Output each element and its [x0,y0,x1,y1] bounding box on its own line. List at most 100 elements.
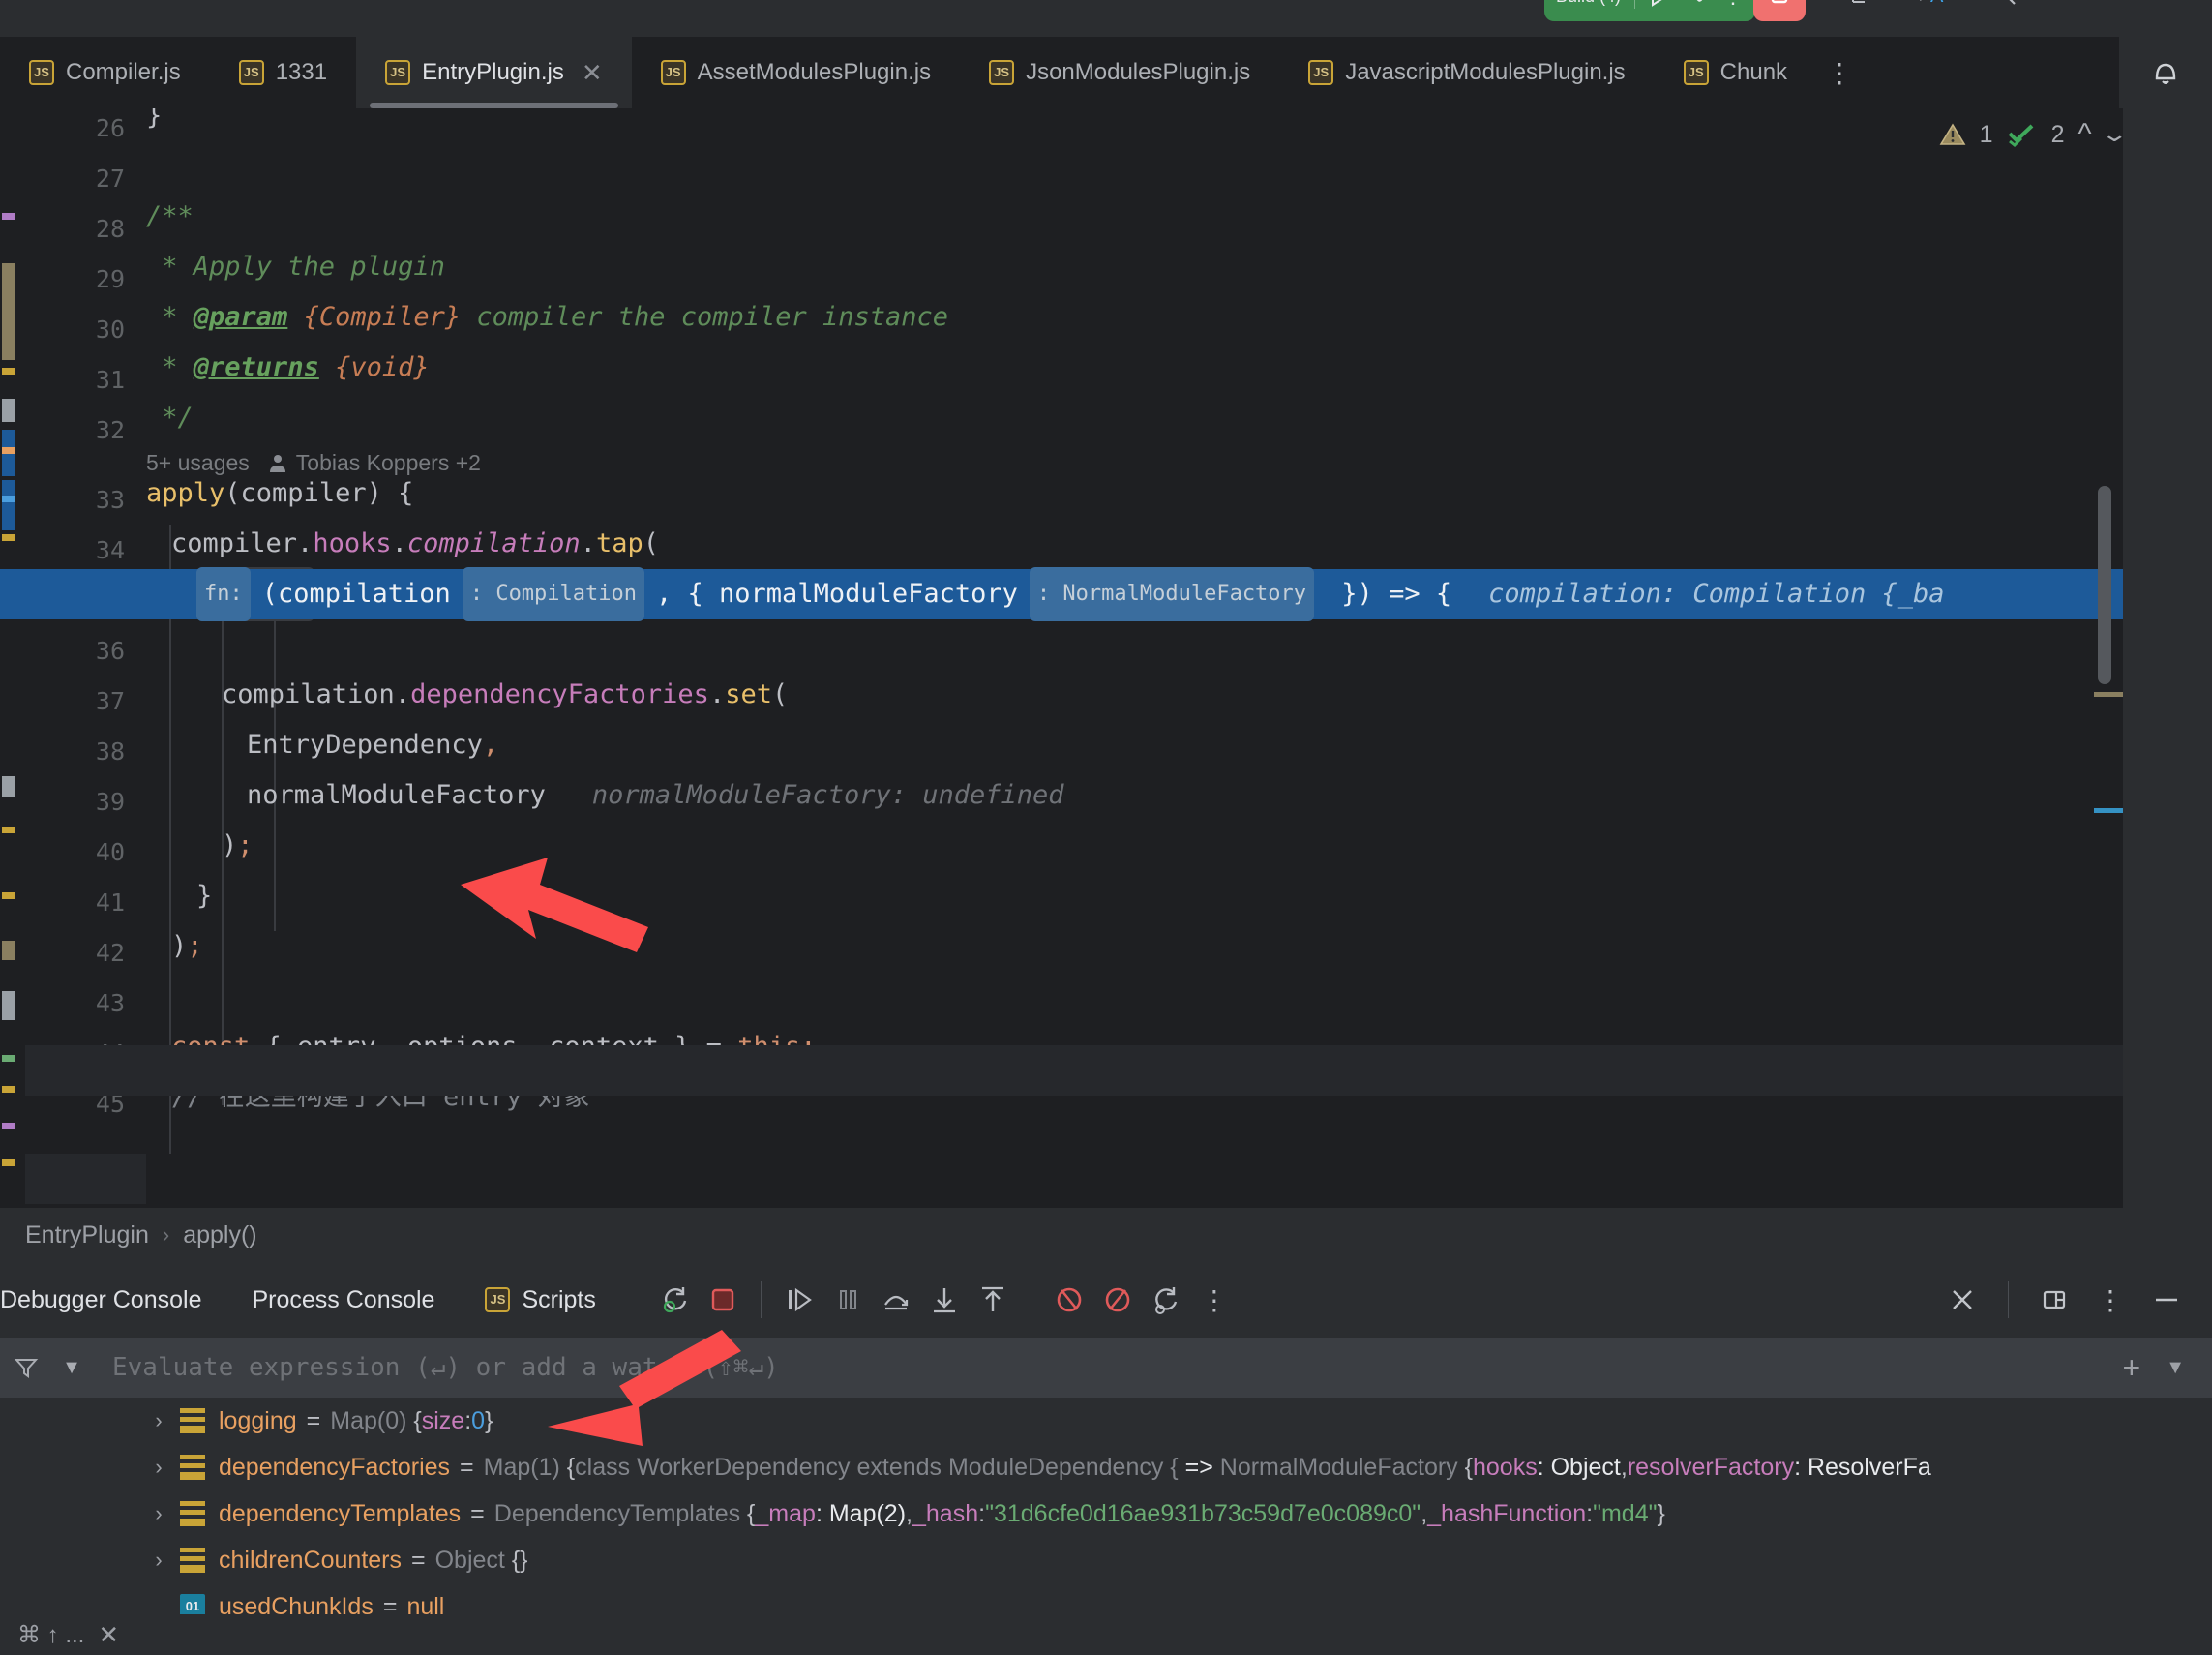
variable-type: Map(1) [483,1453,560,1481]
filter-button[interactable] [0,1354,52,1381]
debug-icon[interactable] [1684,0,1709,8]
variable-name: dependencyFactories [219,1453,451,1481]
tab-label: Process Console [252,1285,435,1313]
restart-frame-button[interactable] [1142,1276,1190,1324]
minimize-panel-button[interactable] [2142,1276,2191,1324]
tab-assetmodulesplugin-js[interactable]: JS AssetModulesPlugin.js [632,37,960,108]
notification-bell-icon [2155,63,2176,84]
add-watch-icon[interactable]: + [2123,1350,2141,1386]
expand-chevron-icon[interactable]: › [137,1548,180,1573]
line-number: 38 [95,737,125,766]
step-over-button[interactable] [872,1276,920,1324]
filter-chevron-button[interactable]: ▼ [52,1357,91,1379]
tab-compiler-js[interactable]: JS Compiler.js [0,37,210,108]
panel-more-button[interactable]: ⋮ [2086,1276,2135,1324]
close-panel-button[interactable] [1938,1276,1987,1324]
equals-sign: = [306,1406,321,1434]
code-editor[interactable]: 26 27 28 29 30 31 32 33 34 35 36 37 38 3… [0,108,2212,1208]
code-token: normalModuleFactory [247,780,546,810]
tab-chunk[interactable]: JS Chunk [1655,37,1816,108]
pause-button[interactable] [823,1276,872,1324]
run-icon[interactable] [1649,0,1670,8]
list-item[interactable]: › dependencyTemplates = DependencyTempla… [0,1490,2212,1537]
list-item[interactable]: › logging = Map(0) {size: 0} [0,1398,2212,1444]
marker [2,263,15,360]
stop-button[interactable] [1753,0,1806,21]
list-item[interactable]: › dependencyFactories = Map(1) {class Wo… [0,1444,2212,1490]
mute-breakpoints-button[interactable] [1045,1276,1093,1324]
inlay-hint-compilation-type[interactable]: : Compilation [462,567,645,621]
tab-scripts[interactable]: JS Scripts [460,1262,620,1338]
tab-process-console[interactable]: Process Console [226,1262,460,1338]
expand-chevron-icon[interactable]: › [137,1501,180,1526]
error-stripe-warning[interactable] [2094,692,2123,697]
rerun-button[interactable] [650,1276,699,1324]
resume-button[interactable] [775,1276,823,1324]
code-content[interactable]: } /** * Apply the plugin * @param {Compi… [0,108,2212,1208]
tab-debugger-console[interactable]: Debugger Console [0,1262,226,1338]
marker [2,941,15,960]
inlay-hint-fn[interactable]: fn: [196,567,251,621]
code-token: * [146,352,194,382]
breadcrumb-item-method[interactable]: apply() [183,1221,256,1249]
evaluate-expression-bar[interactable]: ▼ Evaluate expression (↵) or add a watch… [0,1338,2212,1398]
marker [2,496,15,502]
breadcrumb-item-class[interactable]: EntryPlugin [25,1221,149,1249]
list-item[interactable]: › childrenCounters = Object {} [0,1537,2212,1583]
jsdoc-tag-returns[interactable]: @returns [194,352,319,382]
tab-label: Scripts [522,1285,596,1313]
marker [2,534,15,541]
notifications-button[interactable] [2119,37,2212,108]
chevron-down-icon[interactable]: ▼ [2166,1357,2185,1379]
ok-count: 2 [2050,120,2065,148]
jsdoc-tag-param[interactable]: @param [194,302,288,332]
stop-button[interactable] [699,1276,747,1324]
build-run-button[interactable]: Build (4) ⋮ [1544,0,1755,21]
tab-1331[interactable]: JS 1331 [210,37,356,108]
tab-entryplugin-js[interactable]: JS EntryPlugin.js ✕ [356,37,632,108]
tab-label: Chunk [1719,59,1788,85]
code-token: ( [771,679,789,709]
map-variable-icon [180,1455,205,1480]
tab-label: JavascriptModulesPlugin.js [1345,59,1626,85]
line-number: 42 [95,939,125,967]
tab-close-icon[interactable]: ✕ [582,58,603,88]
step-into-button[interactable] [920,1276,969,1324]
toolbar-more-icon[interactable]: ⋮ [1722,0,1744,9]
error-stripe-info[interactable] [2094,808,2123,813]
tab-javascriptmodulesplugin-js[interactable]: JS JavascriptModulesPlugin.js [1279,37,1654,108]
line-number: 45 [95,1090,125,1118]
code-token: compilation [222,679,395,709]
debugger-window-controls: ⋮ [1938,1262,2191,1338]
warning-count: 1 [1979,120,1993,148]
tab-list-more-button[interactable]: ⋮ [1816,37,1863,108]
inlay-hint-nmf-type[interactable]: : NormalModuleFactory [1029,567,1315,621]
chevron-up-icon[interactable]: ^ [2077,118,2091,151]
marker [2,827,15,833]
step-over-icon [883,1295,908,1310]
editor-scrollbar-thumb[interactable] [2098,486,2111,684]
more-options-button[interactable]: ⋮ [1190,1276,1239,1324]
marker [2,399,15,422]
resume-icon [788,1287,812,1312]
line-number: 44 [95,1039,125,1068]
marker [2,480,15,530]
add-user-button[interactable] [1842,0,1885,14]
code-token: EntryDependency [247,730,483,760]
code-token: (compilation [261,579,451,609]
expand-chevron-icon[interactable]: › [137,1408,180,1433]
code-with-me-button[interactable]: A [1912,0,1955,14]
code-token: ; [800,1032,817,1062]
status-shortcut[interactable]: ⌘ ↑ ... ✕ [0,1620,464,1650]
close-icon[interactable]: ✕ [98,1620,119,1650]
breadcrumb[interactable]: EntryPlugin › apply() [0,1208,2212,1262]
search-button[interactable] [1984,0,2026,14]
view-breakpoints-button[interactable] [1093,1276,1142,1324]
expand-chevron-icon[interactable]: › [137,1455,180,1480]
git-branch-button[interactable] [2055,0,2098,14]
tab-jsonmodulesplugin-js[interactable]: JS JsonModulesPlugin.js [960,37,1279,108]
marker [2,991,15,1020]
step-out-button[interactable] [969,1276,1017,1324]
evaluate-expression-input[interactable]: Evaluate expression (↵) or add a watch (… [91,1353,2123,1382]
layout-settings-button[interactable] [2030,1276,2078,1324]
